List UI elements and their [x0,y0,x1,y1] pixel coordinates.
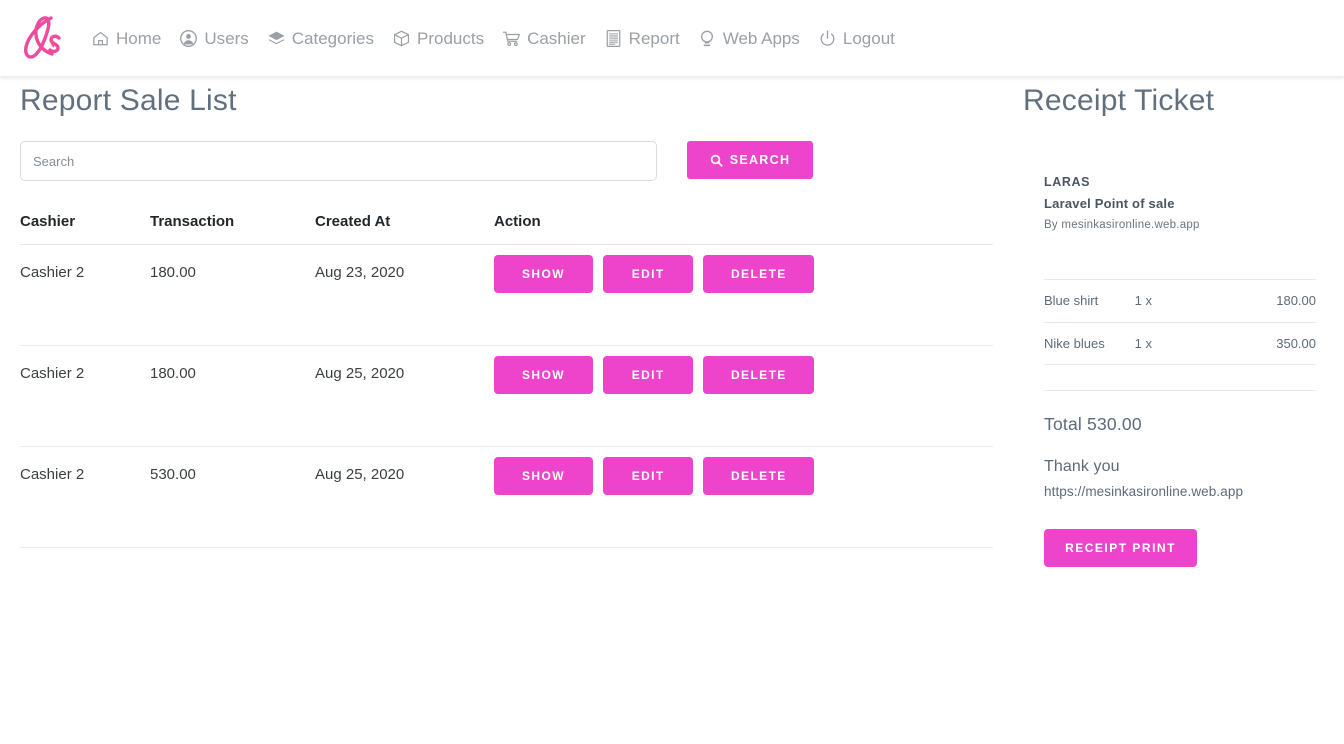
edit-button[interactable]: EDIT [603,356,694,394]
delete-button[interactable]: DELETE [703,255,815,293]
receipt-section: Receipt Ticket LARAS Laravel Point of sa… [1023,76,1323,568]
cell-created-at: Aug 25, 2020 [315,345,494,447]
receipt-store-name: LARAS [1044,175,1091,189]
cell-cashier: Cashier 2 [20,244,150,346]
receipt-item-qty: 1 x [1134,322,1226,366]
nav-item-categories[interactable]: Categories [258,15,383,61]
report-document-icon [604,29,623,48]
nav-label-web-apps: Web Apps [722,28,800,48]
cell-action: SHOW EDIT DELETE [494,244,993,346]
nav-label-home: Home [116,28,162,48]
receipt-body: LARAS Laravel Point of sale By mesinkasi… [1044,173,1316,568]
home-icon [91,29,110,48]
receipt-item-name: Blue shirt [1044,279,1135,323]
cell-cashier: Cashier 2 [20,446,150,548]
cell-cashier: Cashier 2 [20,345,150,447]
table-row: Cashier 2 530.00 Aug 25, 2020 SHOW EDIT … [20,446,993,548]
cell-created-at: Aug 23, 2020 [315,244,494,346]
receipt-spacer-cell [1044,258,1316,281]
cell-transaction: 530.00 [150,446,315,548]
receipt-url: https://mesinkasironline.web.app [1044,484,1244,500]
shopping-cart-icon [502,29,521,48]
search-icon [710,154,723,167]
edit-button[interactable]: EDIT [603,457,694,495]
receipt-item-row: Nike blues 1 x 350.00 [1044,322,1316,366]
receipt-title: Receipt Ticket [1023,84,1215,117]
receipt-total: Total 530.00 [1044,414,1142,435]
search-button[interactable]: SEARCH [687,141,813,179]
receipt-store-tagline: Laravel Point of sale [1044,196,1175,212]
nav-item-products[interactable]: Products [383,15,493,61]
column-header-cashier: Cashier [20,213,150,245]
nav-item-cashier[interactable]: Cashier [493,15,595,61]
top-navbar: Home Users Categories Products Cashier R… [0,0,1344,76]
power-icon [818,29,837,48]
receipt-spacer-row [1044,258,1316,281]
receipt-item-qty: 1 x [1134,279,1226,323]
layers-icon [267,29,286,48]
nav-item-users[interactable]: Users [170,15,257,61]
cell-transaction: 180.00 [150,244,315,346]
receipt-footer: Total 530.00 Thank you https://mesinkasi… [1044,390,1316,568]
receipt-item-name: Nike blues [1044,322,1135,366]
sale-list-table: Cashier Transaction Created At Action Ca… [20,213,993,548]
brand-logo[interactable] [12,7,72,69]
column-header-action: Action [494,213,993,245]
delete-button[interactable]: DELETE [703,457,815,495]
receipt-thanks: Thank you [1044,458,1120,476]
column-header-transaction: Transaction [150,213,315,245]
edit-button[interactable]: EDIT [603,255,694,293]
nav-item-web-apps[interactable]: Web Apps [689,15,809,61]
delete-button[interactable]: DELETE [703,356,815,394]
receipt-store-by: By mesinkasironline.web.app [1044,218,1200,231]
laras-script-logo-icon [22,14,62,60]
box-icon [392,29,411,48]
cell-action: SHOW EDIT DELETE [494,446,993,548]
cell-transaction: 180.00 [150,345,315,447]
nav-label-report: Report [628,28,680,48]
receipt-item-row: Blue shirt 1 x 180.00 [1044,279,1316,323]
table-head: Cashier Transaction Created At Action [20,213,993,245]
cell-action: SHOW EDIT DELETE [494,345,993,447]
search-input[interactable] [20,141,657,181]
receipt-items-table: Blue shirt 1 x 180.00 Nike blues 1 x 350… [1044,258,1316,366]
show-button[interactable]: SHOW [494,457,593,495]
show-button[interactable]: SHOW [494,356,593,394]
nav-label-logout: Logout [842,28,895,48]
show-button[interactable]: SHOW [494,255,593,293]
column-header-created-at: Created At [315,213,494,245]
nav-item-logout[interactable]: Logout [809,15,904,61]
nav-item-home[interactable]: Home [82,15,170,61]
user-circle-icon [179,29,198,48]
nav-links: Home Users Categories Products Cashier R… [82,0,904,76]
receipt-item-price: 180.00 [1225,279,1316,323]
report-section: Report Sale List SEARCH Cashier Transact… [20,76,994,548]
search-button-label: SEARCH [729,153,791,167]
nav-label-categories: Categories [291,28,374,48]
receipt-print-button[interactable]: RECEIPT PRINT [1044,529,1197,568]
table-body: Cashier 2 180.00 Aug 23, 2020 SHOW EDIT … [20,244,993,548]
nav-item-report[interactable]: Report [595,15,689,61]
nav-label-products: Products [416,28,485,48]
lightbulb-icon [698,29,717,48]
cell-created-at: Aug 25, 2020 [315,446,494,548]
page-title: Report Sale List [20,84,237,117]
search-row: SEARCH [20,141,994,181]
table-row: Cashier 2 180.00 Aug 23, 2020 SHOW EDIT … [20,244,993,346]
nav-label-users: Users [204,28,249,48]
page-content: Report Sale List SEARCH Cashier Transact… [0,76,1344,744]
nav-label-cashier: Cashier [527,28,586,48]
table-row: Cashier 2 180.00 Aug 25, 2020 SHOW EDIT … [20,345,993,447]
receipt-item-price: 350.00 [1225,322,1316,366]
table-header-row: Cashier Transaction Created At Action [20,213,993,245]
